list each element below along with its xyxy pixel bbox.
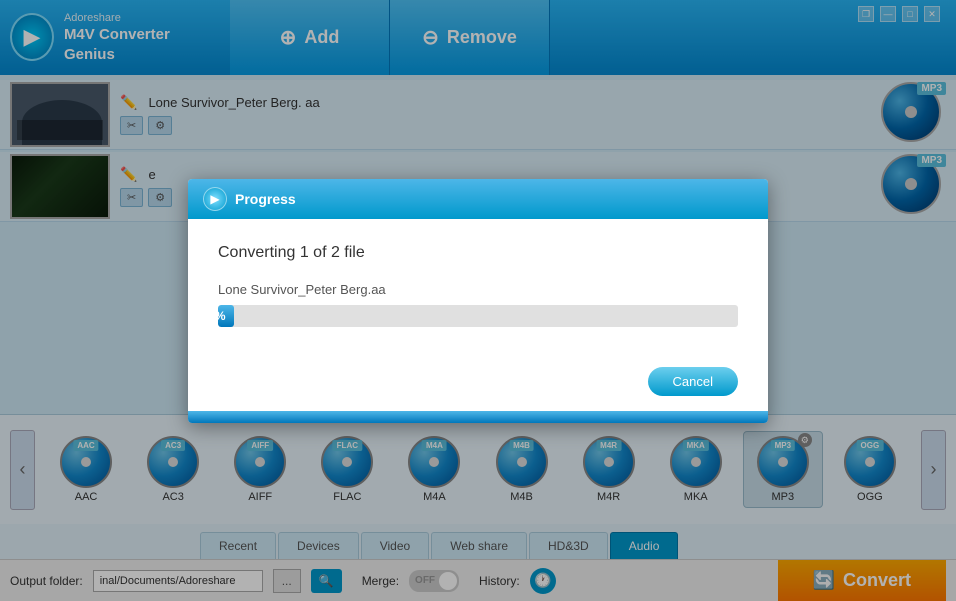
cancel-button[interactable]: Cancel: [648, 367, 738, 396]
progress-bar-fill: 3%: [218, 305, 234, 327]
progress-percent: 3%: [218, 309, 226, 323]
progress-bar-wrap: 3%: [218, 305, 738, 327]
converting-text: Converting 1 of 2 file: [218, 244, 738, 262]
modal-title: Progress: [235, 191, 296, 207]
modal-logo-icon: ▶: [203, 187, 227, 211]
modal-header: ▶ Progress: [188, 179, 768, 219]
modal-overlay: ▶ Progress Converting 1 of 2 file Lone S…: [0, 0, 956, 601]
progress-file-name: Lone Survivor_Peter Berg.aa: [218, 282, 738, 297]
modal-bottom-bar: [188, 411, 768, 423]
modal-body: Converting 1 of 2 file Lone Survivor_Pet…: [188, 219, 768, 352]
modal-footer: Cancel: [188, 352, 768, 411]
progress-modal: ▶ Progress Converting 1 of 2 file Lone S…: [188, 179, 768, 423]
